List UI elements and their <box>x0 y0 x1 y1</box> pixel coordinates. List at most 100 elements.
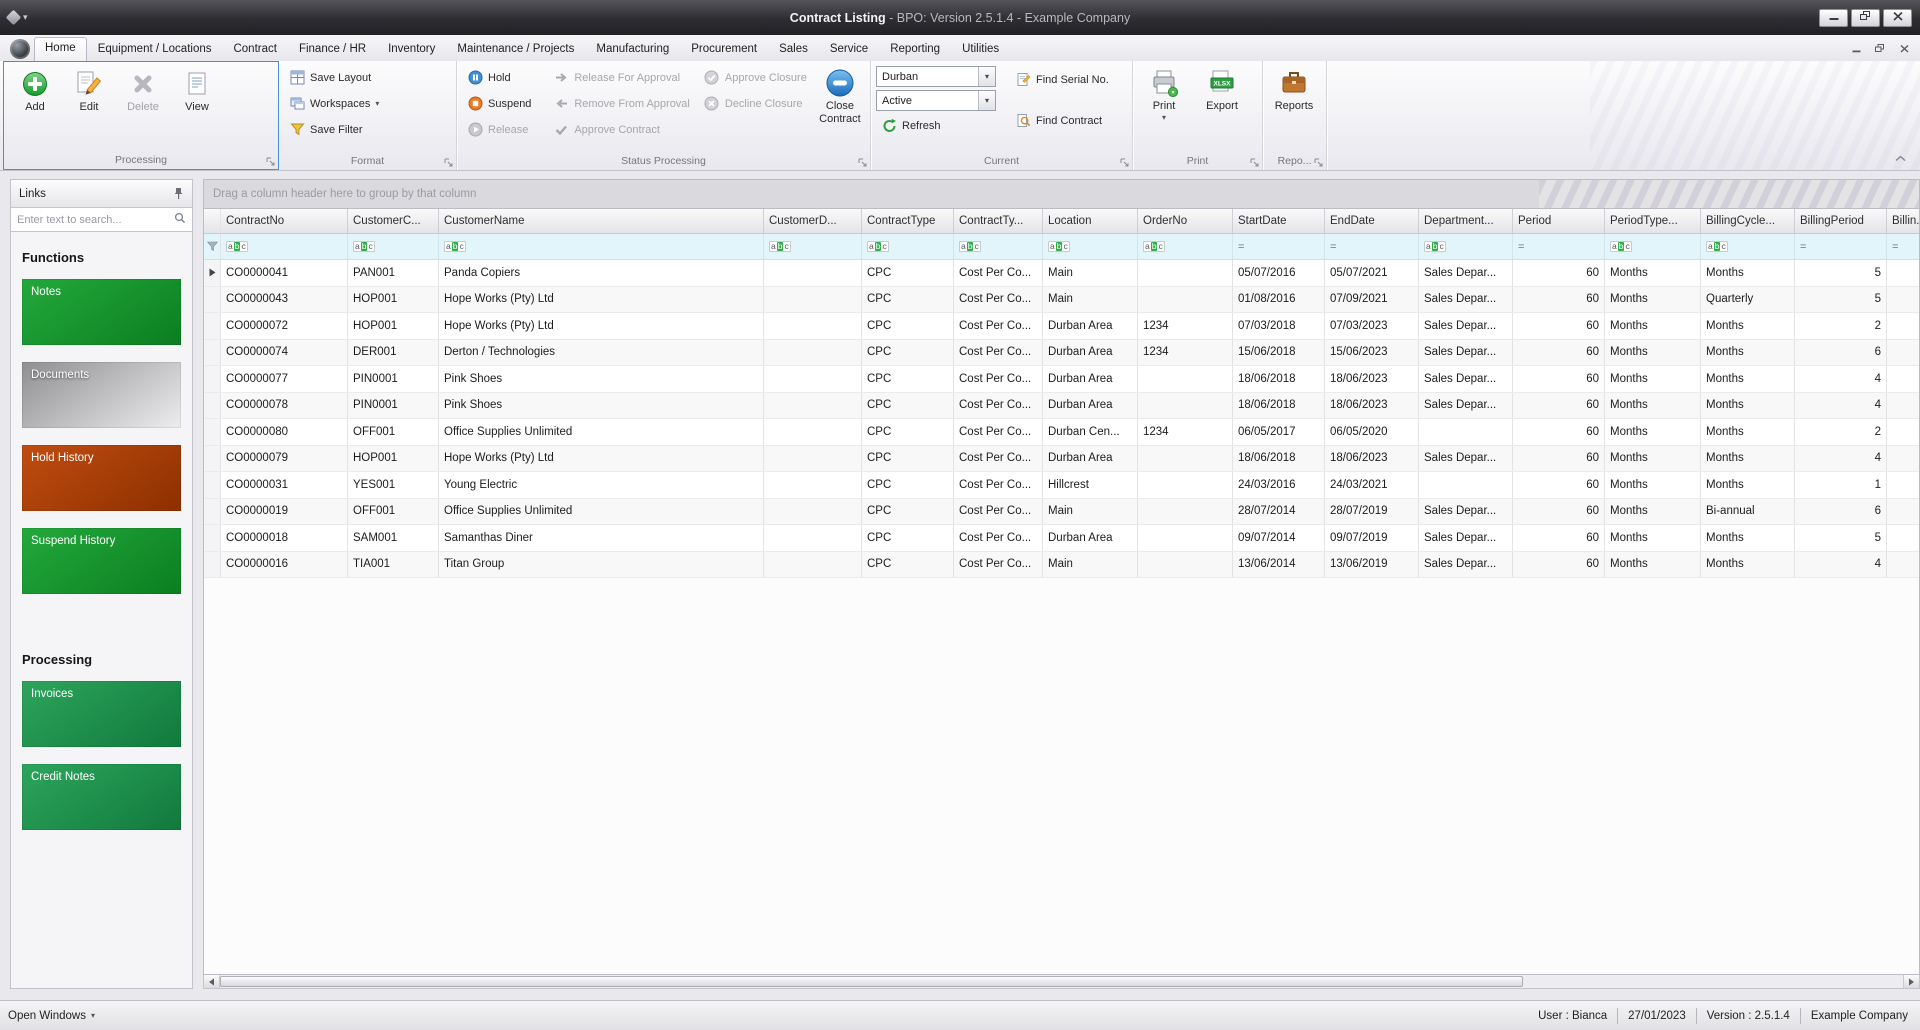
approve-closure-button[interactable]: Approve Closure <box>699 66 811 89</box>
tab-maintenance-projects[interactable]: Maintenance / Projects <box>446 38 585 61</box>
dialog-launcher-icon[interactable] <box>1120 158 1129 167</box>
tab-equipment-locations[interactable]: Equipment / Locations <box>87 38 223 61</box>
column-header-customerD[interactable]: CustomerD... <box>764 209 862 233</box>
tab-finance-hr[interactable]: Finance / HR <box>288 38 377 61</box>
table-row[interactable]: CO0000031 YES001 Young Electric CPC Cost Per… <box>204 472 1919 499</box>
hold-button[interactable]: Hold <box>462 66 544 89</box>
table-row[interactable]: CO0000016 TIA001 Titan Group CPC Cost Per Co… <box>204 551 1919 578</box>
filter-cell-orderNo[interactable]: abc <box>1138 234 1233 259</box>
column-header-periodType[interactable]: PeriodType... <box>1605 209 1701 233</box>
workspaces-button[interactable]: Workspaces ▾ <box>284 92 384 115</box>
sidebar-button-invoices[interactable]: Invoices <box>22 681 181 747</box>
suspend-button[interactable]: Suspend <box>462 92 544 115</box>
filter-cell-endDate[interactable]: = <box>1325 234 1419 259</box>
filter-cell-customerD[interactable]: abc <box>764 234 862 259</box>
tab-sales[interactable]: Sales <box>768 38 819 61</box>
dialog-launcher-icon[interactable] <box>1250 158 1259 167</box>
tab-manufacturing[interactable]: Manufacturing <box>585 38 680 61</box>
view-button[interactable]: View <box>171 65 223 114</box>
filter-cell-customerName[interactable]: abc <box>439 234 764 259</box>
column-header-customerName[interactable]: CustomerName <box>439 209 764 233</box>
horizontal-scrollbar[interactable] <box>203 975 1920 989</box>
application-menu-button[interactable] <box>6 37 34 61</box>
column-header-location[interactable]: Location <box>1043 209 1138 233</box>
filter-cell-department[interactable]: abc <box>1419 234 1513 259</box>
scrollbar-track[interactable] <box>1523 975 1903 988</box>
decline-closure-button[interactable]: Decline Closure <box>699 92 811 115</box>
dialog-launcher-icon[interactable] <box>444 158 453 167</box>
export-button[interactable]: XLSX Export <box>1196 64 1248 113</box>
save-layout-button[interactable]: Save Layout <box>284 66 384 89</box>
collapse-ribbon-button[interactable] <box>1890 151 1910 165</box>
tab-home[interactable]: Home <box>34 37 87 61</box>
tab-inventory[interactable]: Inventory <box>377 38 446 61</box>
close-button[interactable] <box>1883 8 1912 27</box>
column-header-endDate[interactable]: EndDate <box>1325 209 1419 233</box>
scroll-left-button[interactable] <box>204 975 220 988</box>
column-header-contractTyDesc[interactable]: ContractTy... <box>954 209 1043 233</box>
filter-cell-billin[interactable]: = <box>1887 234 1919 259</box>
table-row[interactable]: CO0000072 HOP001 Hope Works (Pty) Ltd CPC Co… <box>204 313 1919 340</box>
column-header-contractType[interactable]: ContractType <box>862 209 954 233</box>
search-input[interactable] <box>13 213 174 226</box>
close-contract-button[interactable]: Close Contract <box>815 64 865 126</box>
edit-button[interactable]: Edit <box>63 65 115 114</box>
mdi-close-button[interactable] <box>1894 41 1914 56</box>
add-button[interactable]: Add <box>9 65 61 114</box>
column-header-startDate[interactable]: StartDate <box>1233 209 1325 233</box>
filter-cell-billingPeriod[interactable]: = <box>1795 234 1887 259</box>
site-dropdown[interactable]: Durban ▾ <box>876 66 996 87</box>
filter-cell-location[interactable]: abc <box>1043 234 1138 259</box>
column-header-billingPeriod[interactable]: BillingPeriod <box>1795 209 1887 233</box>
tab-contract[interactable]: Contract <box>222 38 287 61</box>
open-windows-button[interactable]: Open Windows ▾ <box>8 1010 95 1022</box>
qat-dropdown-icon[interactable]: ▾ <box>23 12 28 23</box>
status-dropdown[interactable]: Active ▾ <box>876 90 996 111</box>
column-header-contractNo[interactable]: ContractNo <box>221 209 348 233</box>
column-header-customerCode[interactable]: CustomerC... <box>348 209 439 233</box>
table-row[interactable]: CO0000041 PAN001 Panda Copiers CPC Cost Per … <box>204 260 1919 287</box>
filter-cell-contractType[interactable]: abc <box>862 234 954 259</box>
tab-reporting[interactable]: Reporting <box>879 38 951 61</box>
sidebar-button-credit-notes[interactable]: Credit Notes <box>22 764 181 830</box>
release-button[interactable]: Release <box>462 118 544 141</box>
sidebar-button-hold-history[interactable]: Hold History <box>22 445 181 511</box>
filter-cell-customerCode[interactable]: abc <box>348 234 439 259</box>
pin-icon[interactable] <box>173 187 184 200</box>
find-serial-button[interactable]: Find Serial No. <box>1010 68 1114 91</box>
remove-from-approval-button[interactable]: Remove From Approval <box>548 92 695 115</box>
dropdown-arrow-icon[interactable]: ▾ <box>978 91 995 110</box>
sidebar-button-documents[interactable]: Documents <box>22 362 181 428</box>
filter-cell-contractNo[interactable]: abc <box>221 234 348 259</box>
table-row[interactable]: CO0000077 PIN0001 Pink Shoes CPC Cost Per Co… <box>204 366 1919 393</box>
sidebar-button-suspend-history[interactable]: Suspend History <box>22 528 181 594</box>
tab-procurement[interactable]: Procurement <box>680 38 768 61</box>
column-header-orderNo[interactable]: OrderNo <box>1138 209 1233 233</box>
delete-button[interactable]: Delete <box>117 65 169 114</box>
filter-cell-periodType[interactable]: abc <box>1605 234 1701 259</box>
filter-cell-startDate[interactable]: = <box>1233 234 1325 259</box>
dialog-launcher-icon[interactable] <box>858 158 867 167</box>
tab-service[interactable]: Service <box>819 38 879 61</box>
table-row[interactable]: CO0000019 OFF001 Office Supplies Unlimited… <box>204 498 1919 525</box>
approve-contract-button[interactable]: Approve Contract <box>548 118 695 141</box>
mdi-restore-button[interactable] <box>1870 41 1890 56</box>
scrollbar-thumb[interactable] <box>220 976 1524 987</box>
print-button[interactable]: Print ▾ <box>1138 64 1190 122</box>
dialog-launcher-icon[interactable] <box>266 157 275 166</box>
column-header-billingCycle[interactable]: BillingCycle... <box>1701 209 1795 233</box>
column-header-billin[interactable]: Billin... <box>1887 209 1919 233</box>
table-row[interactable]: CO0000078 PIN0001 Pink Shoes CPC Cost Per Co… <box>204 392 1919 419</box>
minimize-button[interactable] <box>1819 8 1848 27</box>
reports-button[interactable]: Reports <box>1268 64 1320 113</box>
release-for-approval-button[interactable]: Release For Approval <box>548 66 695 89</box>
search-icon[interactable] <box>174 212 186 227</box>
filter-cell-billingCycle[interactable]: abc <box>1701 234 1795 259</box>
table-row[interactable]: CO0000079 HOP001 Hope Works (Pty) Ltd CPC Co… <box>204 445 1919 472</box>
column-header-period[interactable]: Period <box>1513 209 1605 233</box>
table-row[interactable]: CO0000074 DER001 Derton / Technologies CPC C… <box>204 339 1919 366</box>
sidebar-button-notes[interactable]: Notes <box>22 279 181 345</box>
filter-cell-contractTyDesc[interactable]: abc <box>954 234 1043 259</box>
refresh-button[interactable]: Refresh <box>876 114 1000 137</box>
column-header-department[interactable]: Department... <box>1419 209 1513 233</box>
